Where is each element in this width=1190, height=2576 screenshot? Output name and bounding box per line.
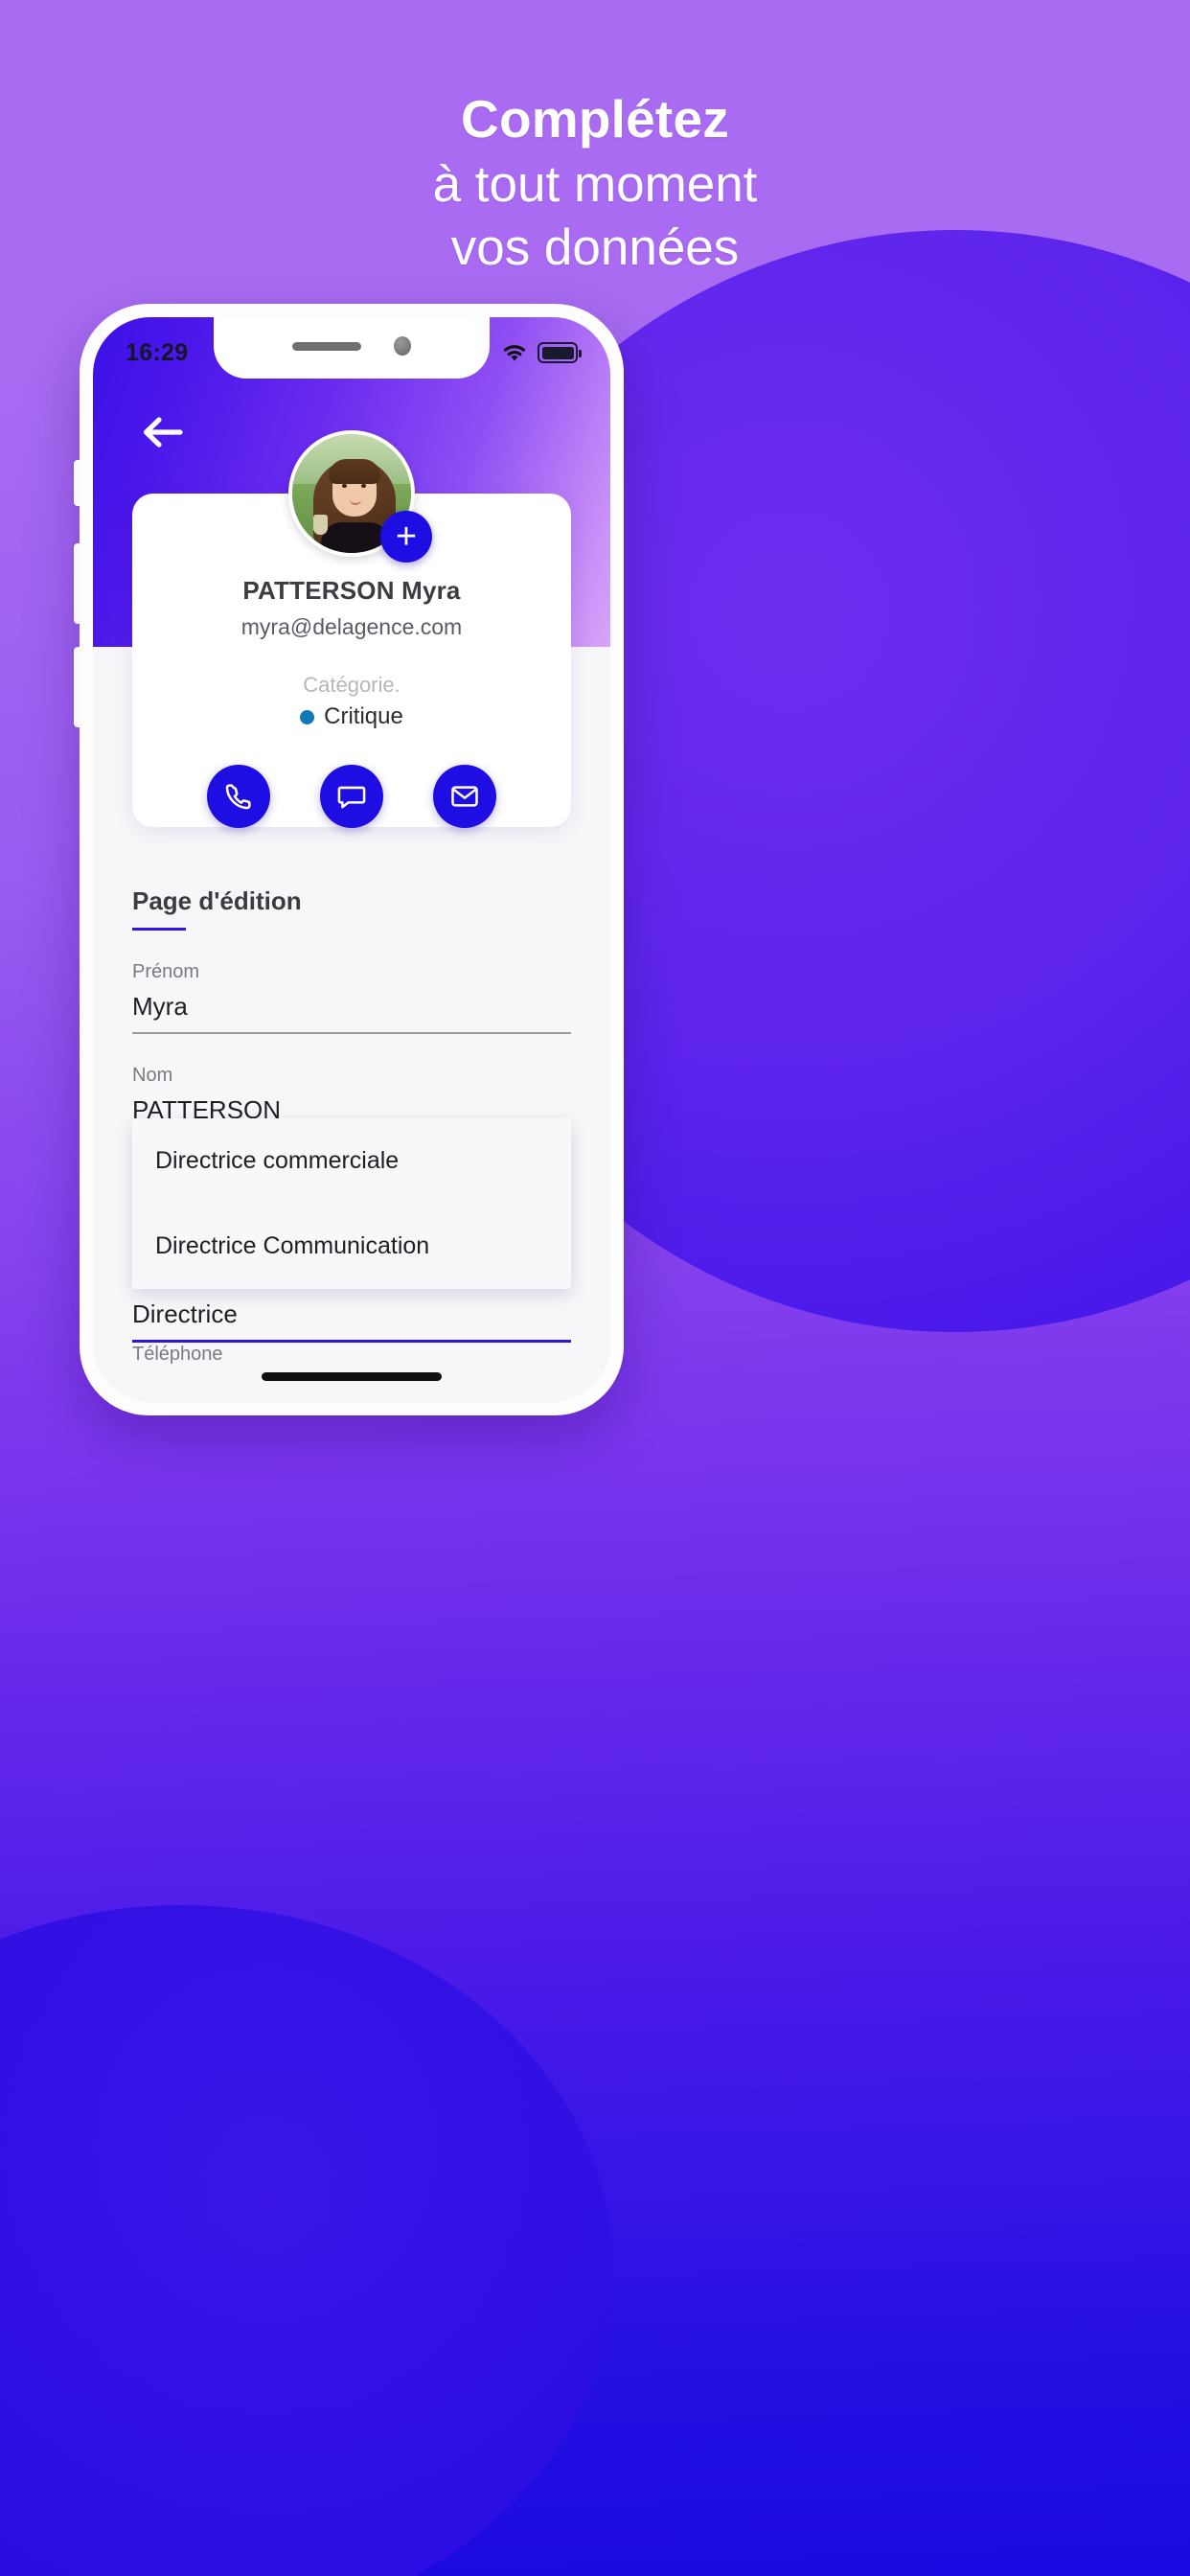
phone-mute-switch: [74, 460, 81, 506]
profile-email: myra@delagence.com: [240, 614, 463, 639]
phone-mockup: 16:29 + PATTERSON Myra myra@delagence.co…: [74, 304, 624, 1415]
profile-actions: [157, 765, 546, 828]
battery-full-icon: [538, 342, 582, 363]
background-blob-bottom-left: [0, 1905, 613, 2576]
form-title: Page d'édition: [132, 886, 302, 915]
profile-category-value-row: Critique: [157, 703, 546, 730]
field-nom-label: Nom: [132, 1064, 173, 1086]
hero-headline: Complétez à tout moment vos données: [0, 88, 1190, 278]
avatar-wrapper: +: [288, 430, 432, 563]
field-telephone-label: Téléphone: [132, 1344, 223, 1365]
field-prenom-label: Prénom: [132, 961, 200, 982]
form-title-underline: [132, 928, 186, 931]
suggestion-item-1[interactable]: Directrice commerciale: [132, 1118, 571, 1204]
category-status-dot: [300, 709, 315, 724]
envelope-icon: [451, 786, 478, 807]
hero-line-2: à tout moment: [432, 156, 758, 214]
add-photo-button[interactable]: +: [380, 511, 432, 563]
field-prenom-underline: [132, 1032, 571, 1034]
profile-category-value: Critique: [324, 703, 403, 729]
message-button[interactable]: [320, 765, 383, 828]
field-prenom-input[interactable]: Myra: [132, 983, 571, 1032]
phone-screen: 16:29 + PATTERSON Myra myra@delagence.co…: [93, 317, 610, 1402]
front-camera: [394, 336, 411, 356]
fonction-suggestions-dropdown: Directrice commerciale Directrice Commun…: [132, 1118, 571, 1289]
field-fonction-input[interactable]: Directrice: [132, 1291, 571, 1340]
email-button[interactable]: [433, 765, 496, 828]
phone-icon: [225, 784, 251, 810]
chat-bubble-icon: [337, 786, 366, 809]
phone-volume-down-button: [74, 647, 81, 727]
wifi-icon: [503, 345, 526, 361]
profile-category-label: Catégorie.: [303, 673, 400, 697]
phone-notch: [214, 317, 490, 379]
hero-line-1: Complétez: [461, 89, 729, 149]
hero-line-3: vos données: [450, 219, 740, 277]
phone-volume-up-button: [74, 543, 81, 624]
profile-name: PATTERSON Myra: [242, 576, 461, 605]
call-button[interactable]: [207, 765, 270, 828]
home-indicator[interactable]: [262, 1372, 442, 1381]
field-prenom[interactable]: Prénom Myra: [132, 961, 571, 1034]
earpiece-speaker: [292, 341, 361, 351]
arrow-left-icon[interactable]: [142, 415, 184, 449]
field-fonction-underline: [132, 1339, 571, 1343]
suggestion-item-2[interactable]: Directrice Communication: [132, 1204, 571, 1289]
status-time: 16:29: [126, 338, 189, 366]
profile-card: + PATTERSON Myra myra@delagence.com Caté…: [132, 430, 571, 828]
